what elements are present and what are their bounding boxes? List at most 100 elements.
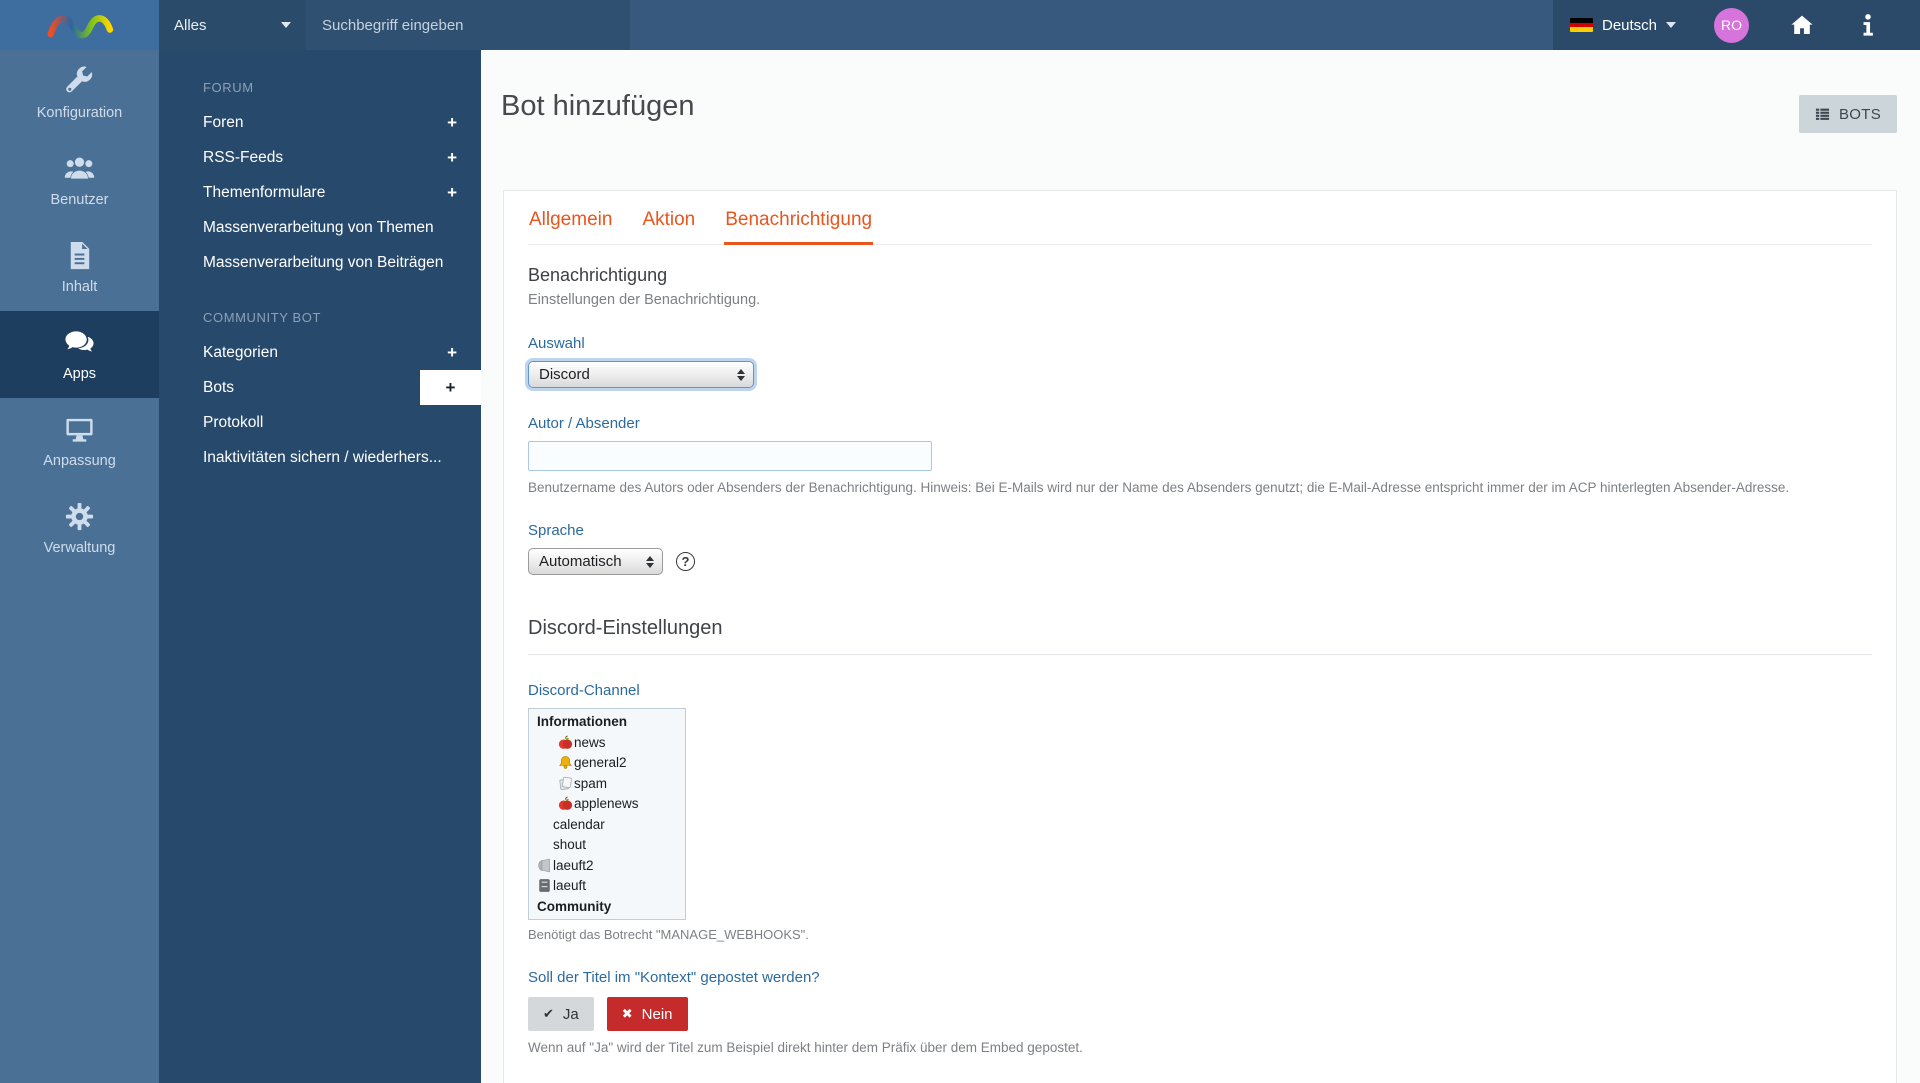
woltlab-logo-icon xyxy=(47,15,113,39)
sidebar-item-label: Verwaltung xyxy=(43,540,116,556)
primary-sidebar: Konfiguration Benutzer Inhalt Apps Anpassung… xyxy=(0,50,159,1083)
autor-input[interactable] xyxy=(528,441,932,471)
check-icon: ✔ xyxy=(543,1006,554,1022)
wrench-icon xyxy=(66,66,93,93)
avatar-initials: RO xyxy=(1721,17,1743,33)
add-icon[interactable]: + xyxy=(447,105,457,140)
form-panel: Allgemein Aktion Benachrichtigung Benachri… xyxy=(503,190,1897,1083)
channel-option-general2[interactable]: general2 xyxy=(529,753,685,774)
app-logo[interactable] xyxy=(0,0,159,50)
tab-allgemein[interactable]: Allgemein xyxy=(528,200,613,244)
home-icon[interactable] xyxy=(1789,12,1815,38)
menu-item-massenverarbeitung-von-themen[interactable]: Massenverarbeitung von Themen xyxy=(159,210,481,245)
megaphone-icon xyxy=(537,858,552,873)
yes-button[interactable]: ✔ Ja xyxy=(528,997,594,1031)
select-arrows-icon xyxy=(737,368,745,381)
add-icon[interactable]: + xyxy=(447,140,457,175)
channel-label: spam xyxy=(574,775,608,791)
search-scope-dropdown[interactable]: Alles xyxy=(159,0,306,50)
info-icon[interactable] xyxy=(1855,12,1881,38)
sprache-select[interactable]: Automatisch xyxy=(528,548,663,575)
content-area: Bot hinzufügen BOTS Allgemein Aktion Benac… xyxy=(481,50,1920,1083)
channel-option-calendar[interactable]: calendar xyxy=(529,815,685,836)
section-subtitle: Einstellungen der Benachrichtigung. xyxy=(528,292,761,308)
add-icon[interactable]: + xyxy=(420,370,481,405)
sidebar-item-label: Inhalt xyxy=(61,279,98,295)
help-icon[interactable]: ? xyxy=(676,552,695,571)
desktop-icon xyxy=(66,418,93,442)
channel-label: applenews xyxy=(574,796,639,811)
menu-item-protokoll[interactable]: Protokoll xyxy=(159,405,481,440)
sidebar-item-verwaltung[interactable]: Verwaltung xyxy=(0,485,159,572)
apple-icon xyxy=(558,735,573,750)
channel-option-shout[interactable]: shout xyxy=(529,835,685,856)
german-flag-icon xyxy=(1570,18,1593,32)
comments-icon xyxy=(65,331,94,352)
tab-aktion[interactable]: Aktion xyxy=(641,200,696,244)
sidebar-item-label: Anpassung xyxy=(43,453,116,469)
cabinet-icon xyxy=(537,878,552,893)
menu-item-inaktivit-ten-sichern-wiederhers[interactable]: Inaktivitäten sichern / wiederhers... xyxy=(159,440,481,475)
yes-no-button-group: ✔ Ja ✖ Nein xyxy=(528,997,1872,1031)
discord-channel-listbox[interactable]: Informationen news general2 spam applenews ca… xyxy=(528,708,686,920)
channel-option-laeuft2[interactable]: laeuft2 xyxy=(529,856,685,877)
no-label: Nein xyxy=(641,1005,673,1023)
sidebar-item-benutzer[interactable]: Benutzer xyxy=(0,137,159,224)
auswahl-select[interactable]: Discord xyxy=(528,361,754,388)
titel-description: Wenn auf "Ja" wird der Titel zum Beispie… xyxy=(528,1040,1083,1055)
add-icon[interactable]: + xyxy=(447,335,457,370)
autor-description: Benutzername des Autors oder Absenders d… xyxy=(528,480,1790,495)
channel-label: Community xyxy=(537,898,612,914)
menu-item-foren[interactable]: Foren + xyxy=(159,105,481,140)
yes-label: Ja xyxy=(562,1005,579,1023)
menu-item-label: Themenformulare xyxy=(203,183,326,201)
menu-item-label: Protokoll xyxy=(203,413,264,431)
menu-item-label: Kategorien xyxy=(203,343,278,361)
sidebar-item-inhalt[interactable]: Inhalt xyxy=(0,224,159,311)
channel-option-news[interactable]: news xyxy=(529,733,685,754)
bell-icon xyxy=(558,755,573,770)
channel-option-laeuft[interactable]: laeuft xyxy=(529,876,685,897)
menu-item-label: Inaktivitäten sichern / wiederhers... xyxy=(203,448,442,466)
sidebar-item-konfiguration[interactable]: Konfiguration xyxy=(0,50,159,137)
menu-item-label: Bots xyxy=(203,378,235,396)
menu-item-massenverarbeitung-von-beitr-gen[interactable]: Massenverarbeitung von Beiträgen xyxy=(159,245,481,280)
main-frame: Konfiguration Benutzer Inhalt Apps Anpassung… xyxy=(0,50,1920,1083)
sprache-value: Automatisch xyxy=(539,553,622,570)
discord-channel-label: Discord-Channel xyxy=(528,682,640,699)
channel-option-spam[interactable]: spam xyxy=(529,774,685,795)
sprache-label: Sprache xyxy=(528,522,584,539)
search-input[interactable] xyxy=(306,0,630,50)
channel-label: Informationen xyxy=(537,714,627,729)
add-icon[interactable]: + xyxy=(447,175,457,210)
auswahl-label: Auswahl xyxy=(528,335,585,352)
channel-group-informationen: Informationen xyxy=(529,712,685,733)
menu-item-label: RSS-Feeds xyxy=(203,148,284,166)
language-switcher[interactable]: Deutsch xyxy=(1570,16,1677,34)
sidebar-item-label: Benutzer xyxy=(50,192,109,208)
menu-section-header: COMMUNITY BOT xyxy=(203,310,322,325)
tab-bar: Allgemein Aktion Benachrichtigung xyxy=(528,191,1872,245)
tab-benachrichtigung[interactable]: Benachrichtigung xyxy=(724,200,873,245)
list-icon xyxy=(1815,108,1830,120)
sidebar-item-anpassung[interactable]: Anpassung xyxy=(0,398,159,485)
channel-label: calendar xyxy=(553,816,605,832)
bots-list-button[interactable]: BOTS xyxy=(1798,95,1897,133)
menu-item-label: Massenverarbeitung von Themen xyxy=(203,218,434,236)
menu-item-rss-feeds[interactable]: RSS-Feeds + xyxy=(159,140,481,175)
avatar[interactable]: RO xyxy=(1714,7,1750,43)
menu-item-kategorien[interactable]: Kategorien + xyxy=(159,335,481,370)
search-scope-label: Alles xyxy=(174,16,207,34)
channel-option-applenews[interactable]: applenews xyxy=(529,794,685,815)
sidebar-item-apps[interactable]: Apps xyxy=(0,311,159,398)
auswahl-value: Discord xyxy=(539,366,590,383)
menu-item-bots[interactable]: Bots + xyxy=(159,370,481,405)
file-icon xyxy=(70,241,90,270)
channel-label: shout xyxy=(553,837,587,852)
bots-button-label: BOTS xyxy=(1838,105,1881,123)
menu-item-themenformulare[interactable]: Themenformulare + xyxy=(159,175,481,210)
no-button[interactable]: ✖ Nein xyxy=(606,997,688,1031)
language-label: Deutsch xyxy=(1602,16,1658,34)
autor-label: Autor / Absender xyxy=(528,415,640,432)
